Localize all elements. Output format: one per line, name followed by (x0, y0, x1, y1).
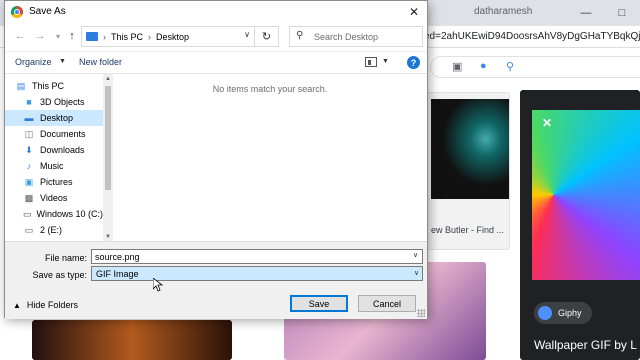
search-icon: ⚲ (296, 30, 304, 41)
source-label: Giphy (558, 308, 582, 318)
google-search-bar[interactable]: ▣ ● ⚲ (430, 56, 640, 78)
file-name-field[interactable] (91, 249, 423, 264)
search-input[interactable]: ⚲ Search Desktop (289, 26, 423, 47)
music-icon: ♪ (26, 161, 32, 171)
tree-item-downloads[interactable]: ⬇ Downloads (5, 142, 103, 158)
cube-icon: ■ (26, 97, 32, 107)
breadcrumb-item[interactable]: This PC (111, 32, 143, 42)
folder-icon (86, 32, 98, 41)
navigation-scrollbar[interactable]: ▲ ▼ (103, 74, 113, 242)
forward-arrow-icon[interactable]: → (33, 29, 47, 43)
back-arrow-icon[interactable]: ← (13, 29, 27, 43)
dialog-title-bar[interactable]: Save As ✕ (5, 1, 427, 23)
save-button[interactable]: Save (290, 295, 348, 312)
browser-url-text: ed=2ahUKEwiD94DoosrsAhV8yDgGHaTYBqkQjJkE… (424, 31, 640, 42)
navigation-pane: ▤ This PC ■ 3D Objects ▬ Desktop ◫ Docum… (5, 74, 113, 242)
video-icon: ▩ (24, 192, 34, 203)
chevron-down-icon[interactable]: ∨ (244, 30, 250, 39)
tree-item-desktop[interactable]: ▬ Desktop (5, 110, 103, 126)
chevron-down-icon[interactable]: ▼ (382, 58, 389, 65)
command-bar: Organize ▼ New folder ▼ ? (5, 51, 427, 73)
cancel-button[interactable]: Cancel (358, 295, 416, 312)
browser-window-controls: — □ (568, 0, 640, 26)
pictures-icon: ▣ (24, 176, 34, 187)
up-arrow-icon[interactable]: ↑ (65, 29, 79, 43)
chevron-down-icon[interactable]: ▾ (51, 29, 65, 43)
search-icon[interactable]: ⚲ (506, 60, 514, 73)
dialog-title: Save As (29, 6, 66, 17)
hide-folders-label: Hide Folders (26, 300, 78, 310)
browser-profile-name: datharamesh (474, 6, 533, 17)
image-thumbnail[interactable] (32, 320, 232, 360)
globe-icon (538, 306, 552, 320)
close-icon[interactable]: ✕ (403, 2, 425, 22)
tree-item-music[interactable]: ♪ Music (5, 158, 103, 174)
organize-button[interactable]: Organize (15, 57, 52, 67)
drive-icon: ▭ (24, 224, 34, 235)
file-list[interactable]: No items match your search. (113, 74, 427, 242)
tree-item-this-pc[interactable]: ▤ This PC (5, 78, 103, 94)
file-name-label: File name: (44, 253, 87, 263)
scrollbar-thumb[interactable] (105, 86, 111, 190)
breadcrumb[interactable]: › This PC › Desktop ∨ (81, 26, 255, 47)
new-folder-button[interactable]: New folder (79, 57, 122, 67)
chevron-right-icon[interactable]: › (103, 32, 106, 42)
image-caption[interactable]: ew Butler - Find ... (431, 225, 504, 235)
tree-item-documents[interactable]: ◫ Documents (5, 126, 103, 142)
help-icon[interactable]: ? (407, 56, 420, 69)
source-chip[interactable]: Giphy (534, 302, 592, 324)
chevron-down-icon[interactable]: ▼ (59, 58, 66, 65)
breadcrumb-item[interactable]: Desktop (156, 32, 189, 42)
view-options-icon[interactable] (365, 57, 377, 67)
drive-icon: ▭ (23, 208, 32, 219)
chevron-down-icon[interactable]: ∨ (413, 251, 418, 259)
computer-icon: ▤ (16, 80, 26, 91)
chevron-down-icon[interactable]: ∨ (414, 269, 419, 277)
save-as-type-label: Save as type: (32, 270, 87, 280)
chrome-icon (11, 6, 23, 18)
tree-item-drive-e[interactable]: ▭ 2 (E:) (5, 222, 103, 238)
save-as-dialog: Save As ✕ ← → ▾ ↑ › This PC › Desktop ∨ … (4, 0, 428, 319)
image-thumbnail[interactable] (431, 99, 509, 199)
close-icon[interactable]: ✕ (542, 116, 552, 130)
preview-title[interactable]: Wallpaper GIF by L (534, 338, 637, 352)
image-preview-panel: ✕ Giphy Wallpaper GIF by L (520, 90, 640, 360)
camera-icon[interactable]: ▣ (452, 60, 462, 73)
image-result[interactable]: ew Butler - Find ... (426, 92, 510, 250)
minimize-icon[interactable]: — (568, 0, 604, 26)
save-as-type-select[interactable]: GIF Image ∨ (91, 266, 423, 281)
navigation-bar: ← → ▾ ↑ › This PC › Desktop ∨ ↻ ⚲ Search… (5, 23, 427, 51)
microphone-icon[interactable]: ● (480, 60, 487, 72)
hide-folders-button[interactable]: ▲ Hide Folders (13, 300, 78, 310)
tree-item-videos[interactable]: ▩ Videos (5, 190, 103, 206)
tree-item-3d-objects[interactable]: ■ 3D Objects (5, 94, 103, 110)
tree-item-windows-c[interactable]: ▭ Windows 10 (C:) (5, 206, 103, 222)
empty-state-message: No items match your search. (212, 84, 328, 94)
resize-grip[interactable] (417, 309, 425, 317)
chevron-right-icon[interactable]: › (148, 32, 151, 42)
desktop-icon: ▬ (24, 113, 34, 123)
document-icon: ◫ (24, 128, 34, 139)
maximize-icon[interactable]: □ (604, 0, 640, 26)
image-preview[interactable] (532, 110, 640, 280)
tree-item-pictures[interactable]: ▣ Pictures (5, 174, 103, 190)
chevron-up-icon: ▲ (13, 300, 21, 310)
dialog-content: ▤ This PC ■ 3D Objects ▬ Desktop ◫ Docum… (5, 73, 427, 242)
search-placeholder: Search Desktop (314, 32, 379, 42)
save-options-panel: File name: ∨ Save as type: GIF Image ∨ ▲… (5, 241, 427, 319)
scroll-up-icon[interactable]: ▲ (103, 74, 113, 84)
refresh-button[interactable]: ↻ (255, 26, 279, 47)
download-icon: ⬇ (25, 144, 33, 155)
save-as-type-value: GIF Image (96, 269, 139, 279)
